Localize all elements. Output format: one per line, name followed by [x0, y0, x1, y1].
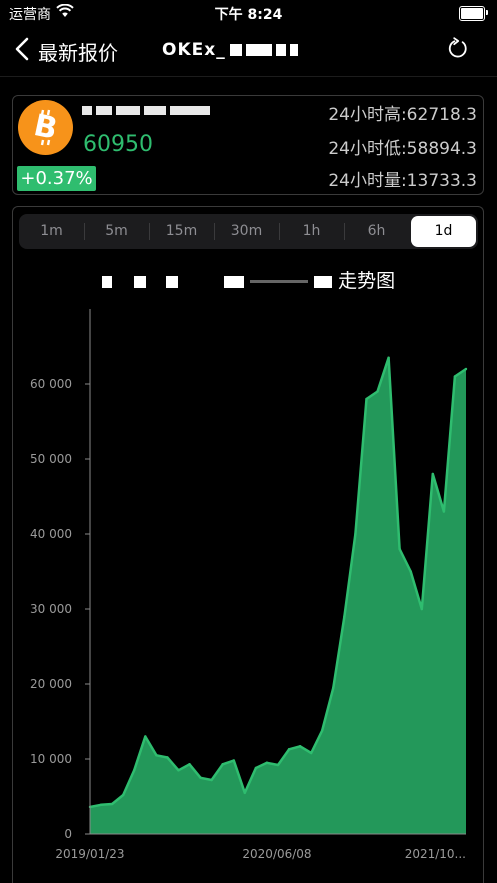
pair-prefix: OKEx_ [162, 40, 226, 60]
nav-divider [0, 76, 497, 77]
nav-bar: 最新报价 OKEx_ [0, 28, 497, 74]
bitcoin-icon: B [18, 100, 73, 155]
stat-volume: 24小时量:13733.3 [328, 171, 477, 191]
interval-5m[interactable]: 5m [84, 214, 149, 249]
interval-segmented-control: 1m 5m 15m 30m 1h 6h 1d [19, 214, 478, 249]
interval-1m[interactable]: 1m [19, 214, 84, 249]
interval-1h[interactable]: 1h [279, 214, 344, 249]
chart-title: 走势图 [0, 266, 497, 293]
stat-low: 24小时低:58894.3 [328, 139, 477, 159]
battery-icon [459, 6, 488, 21]
interval-1d[interactable]: 1d [411, 216, 476, 247]
last-price: 60950 [83, 132, 153, 157]
stat-high: 24小时高:62718.3 [328, 105, 477, 125]
coin-name-redacted [82, 103, 214, 118]
interval-6h[interactable]: 6h [344, 214, 409, 249]
nav-title[interactable]: 最新报价 [38, 37, 118, 66]
exchange-pair-title: OKEx_ [162, 40, 298, 60]
chart-title-suffix: 走势图 [338, 270, 396, 292]
back-chevron-icon[interactable] [12, 36, 36, 62]
status-time: 下午 8:24 [214, 7, 283, 23]
chart-panel [12, 206, 484, 883]
refresh-icon[interactable] [446, 36, 470, 62]
status-bar: 运营商 下午 8:24 [0, 0, 497, 26]
change-badge: +0.37% [17, 166, 96, 191]
interval-15m[interactable]: 15m [149, 214, 214, 249]
interval-30m[interactable]: 30m [214, 214, 279, 249]
